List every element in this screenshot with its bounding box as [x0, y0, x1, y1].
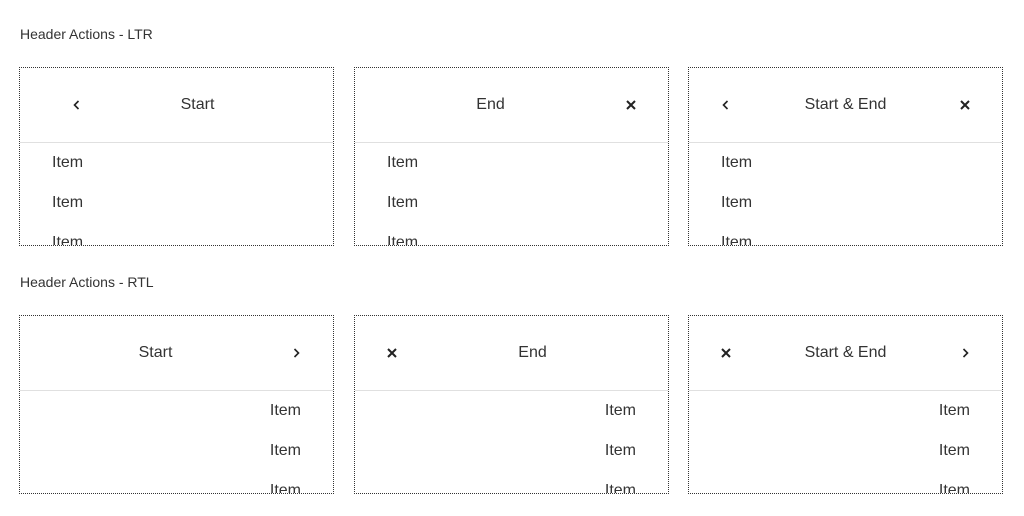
- panel-header: End: [355, 316, 668, 391]
- panel-rtl-end: End Item Item Item: [354, 315, 669, 494]
- list-item[interactable]: Item: [355, 223, 668, 245]
- list-item[interactable]: Item: [355, 471, 668, 493]
- list-item[interactable]: Item: [689, 471, 1002, 493]
- back-button[interactable]: [281, 338, 311, 368]
- panel-header: Start: [20, 68, 333, 143]
- list-item[interactable]: Item: [20, 431, 333, 471]
- panel-header: Start & End: [689, 316, 1002, 391]
- list-item[interactable]: Item: [689, 223, 1002, 245]
- list-item[interactable]: Item: [20, 471, 333, 493]
- item-list: Item Item Item: [20, 143, 333, 245]
- panel-header: Start & End: [689, 68, 1002, 143]
- panel-title: Start: [180, 96, 215, 113]
- list-item[interactable]: Item: [355, 391, 668, 431]
- panel-rtl-start: Start Item Item Item: [19, 315, 334, 494]
- section-label-ltr: Header Actions - LTR: [20, 26, 153, 42]
- list-item[interactable]: Item: [689, 143, 1002, 183]
- close-icon: [959, 99, 971, 111]
- item-list: Item Item Item: [689, 391, 1002, 493]
- panel-title: End: [518, 344, 547, 361]
- panel-rtl-start-end: Start & End Item Item Item: [688, 315, 1003, 494]
- list-item[interactable]: Item: [689, 391, 1002, 431]
- list-item[interactable]: Item: [355, 431, 668, 471]
- chevron-right-icon: [290, 347, 302, 359]
- panel-ltr-end: End Item Item Item: [354, 67, 669, 246]
- list-item[interactable]: Item: [355, 143, 668, 183]
- section-label-rtl: Header Actions - RTL: [20, 274, 154, 290]
- list-item[interactable]: Item: [689, 183, 1002, 223]
- panel-header: Start: [20, 316, 333, 391]
- list-item[interactable]: Item: [355, 183, 668, 223]
- item-list: Item Item Item: [355, 391, 668, 493]
- back-button[interactable]: [950, 338, 980, 368]
- list-item[interactable]: Item: [689, 431, 1002, 471]
- item-list: Item Item Item: [355, 143, 668, 245]
- item-list: Item Item Item: [689, 143, 1002, 245]
- close-button[interactable]: [616, 90, 646, 120]
- list-item[interactable]: Item: [20, 391, 333, 431]
- list-item[interactable]: Item: [20, 223, 333, 245]
- panel-ltr-start: Start Item Item Item: [19, 67, 334, 246]
- item-list: Item Item Item: [20, 391, 333, 493]
- panel-header: End: [355, 68, 668, 143]
- panel-ltr-start-end: Start & End Item Item Item: [688, 67, 1003, 246]
- chevron-right-icon: [959, 347, 971, 359]
- close-button[interactable]: [950, 90, 980, 120]
- close-icon: [625, 99, 637, 111]
- list-item[interactable]: Item: [20, 143, 333, 183]
- list-item[interactable]: Item: [20, 183, 333, 223]
